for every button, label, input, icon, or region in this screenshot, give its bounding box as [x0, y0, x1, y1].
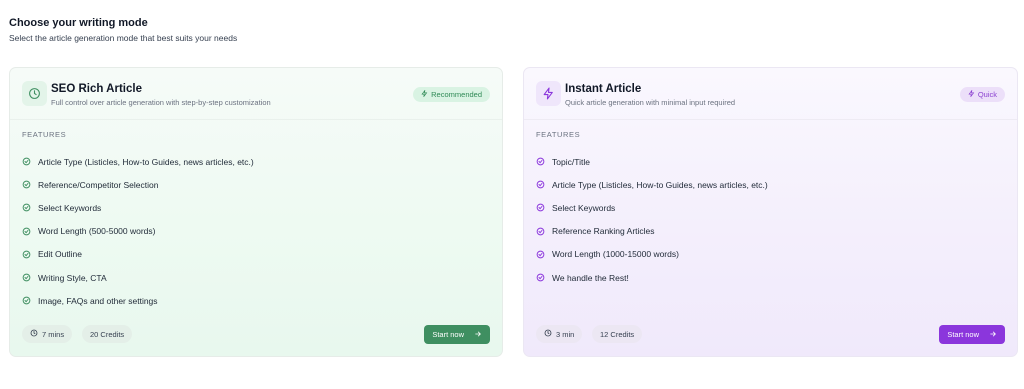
time-label: 7 mins	[42, 329, 65, 339]
clock-icon	[30, 329, 38, 339]
card-title: Instant Article	[565, 83, 642, 95]
time-label: 3 min	[556, 329, 575, 339]
card-header: Instant Article Quick article generation…	[524, 68, 1017, 120]
feature-list: Article Type (Listicles, How-to Guides, …	[22, 150, 254, 312]
check-circle-icon	[22, 273, 31, 282]
seo-rich-article-card[interactable]: SEO Rich Article Full control over artic…	[9, 67, 503, 357]
feature-text: Edit Outline	[38, 249, 82, 260]
check-circle-icon	[536, 203, 545, 212]
check-circle-icon	[22, 180, 31, 189]
check-circle-icon	[536, 227, 545, 236]
feature-list: Topic/Title Article Type (Listicles, How…	[536, 150, 768, 289]
card-description: Quick article generation with minimal in…	[565, 98, 736, 107]
card-header: SEO Rich Article Full control over artic…	[10, 68, 502, 120]
list-item: Article Type (Listicles, How-to Guides, …	[536, 173, 768, 196]
list-item: Edit Outline	[22, 243, 254, 266]
feature-text: Reference/Competitor Selection	[38, 179, 159, 190]
feature-text: Reference Ranking Articles	[552, 226, 655, 237]
feature-text: Topic/Title	[552, 156, 590, 167]
list-item: Select Keywords	[536, 196, 768, 219]
feature-text: Select Keywords	[38, 202, 102, 213]
page-header: Choose your writing mode Select the arti…	[9, 16, 237, 44]
check-circle-icon	[22, 157, 31, 166]
credits-label: 20 Credits	[90, 329, 125, 339]
list-item: Select Keywords	[22, 196, 254, 219]
check-circle-icon	[22, 203, 31, 212]
feature-text: Writing Style, CTA	[38, 272, 107, 283]
badge-label: Quick	[977, 90, 997, 99]
badge-label: Recommended	[431, 90, 482, 99]
feature-text: Image, FAQs and other settings	[38, 295, 158, 306]
check-circle-icon	[536, 250, 545, 259]
arrow-right-icon	[989, 330, 997, 340]
instant-article-card[interactable]: Instant Article Quick article generation…	[523, 67, 1018, 357]
start-now-button[interactable]: Start now	[939, 325, 1005, 344]
feature-text: Article Type (Listicles, How-to Guides, …	[38, 156, 254, 167]
credits-pill: 20 Credits	[82, 325, 133, 343]
features-label: FEATURES	[536, 130, 581, 139]
lightning-icon	[536, 81, 561, 106]
check-circle-icon	[22, 227, 31, 236]
card-title: SEO Rich Article	[51, 83, 142, 95]
list-item: Word Length (1000-15000 words)	[536, 243, 768, 266]
check-circle-icon	[536, 157, 545, 166]
check-circle-icon	[22, 296, 31, 305]
time-pill: 7 mins	[22, 325, 73, 343]
list-item: Reference Ranking Articles	[536, 220, 768, 243]
list-item: Writing Style, CTA	[22, 266, 254, 289]
quick-badge: Quick	[959, 87, 1005, 102]
feature-text: Word Length (1000-15000 words)	[552, 249, 679, 260]
list-item: Reference/Competitor Selection	[22, 173, 254, 196]
list-item: Article Type (Listicles, How-to Guides, …	[22, 150, 254, 173]
arrow-right-icon	[474, 330, 482, 340]
button-label: Start now	[432, 330, 464, 339]
credits-pill: 12 Credits	[592, 325, 643, 343]
sparkle-icon	[968, 89, 975, 99]
list-item: Word Length (500-5000 words)	[22, 220, 254, 243]
clock-icon	[22, 81, 47, 106]
recommended-badge: Recommended	[413, 87, 490, 102]
list-item: Topic/Title	[536, 150, 768, 173]
button-label: Start now	[947, 330, 979, 339]
feature-text: Article Type (Listicles, How-to Guides, …	[552, 179, 768, 190]
credits-label: 12 Credits	[600, 329, 635, 339]
features-label: FEATURES	[22, 130, 67, 139]
page-title: Choose your writing mode	[9, 17, 148, 29]
time-pill: 3 min	[536, 325, 583, 343]
clock-icon	[544, 329, 552, 339]
sparkle-icon	[421, 89, 428, 99]
start-now-button[interactable]: Start now	[424, 325, 490, 344]
feature-text: Select Keywords	[552, 202, 616, 213]
page-subtitle: Select the article generation mode that …	[9, 33, 238, 43]
card-description: Full control over article generation wit…	[51, 98, 271, 107]
check-circle-icon	[22, 250, 31, 259]
check-circle-icon	[536, 273, 545, 282]
list-item: Image, FAQs and other settings	[22, 289, 254, 312]
list-item: We handle the Rest!	[536, 266, 768, 289]
feature-text: Word Length (500-5000 words)	[38, 226, 156, 237]
feature-text: We handle the Rest!	[552, 272, 629, 283]
check-circle-icon	[536, 180, 545, 189]
